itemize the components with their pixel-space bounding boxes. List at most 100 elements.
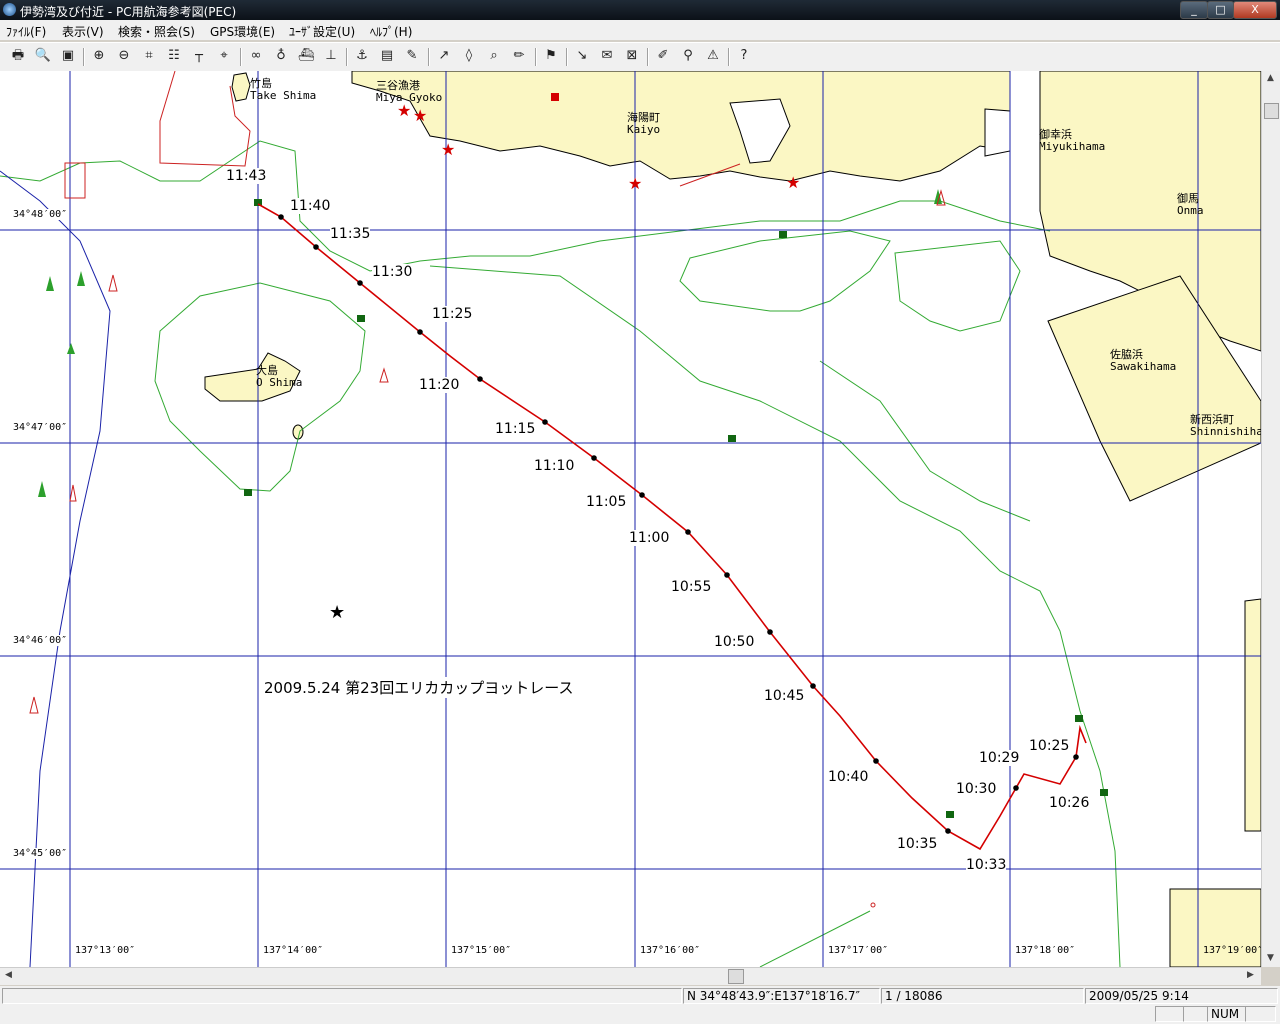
flag-icon[interactable]: ⚑ [542,47,560,65]
menu-user-settings[interactable]: ﾕｰｻﾞ設定(U) [289,23,355,40]
place-sawakihama: 佐脇浜 Sawakihama [1110,348,1177,373]
grid-icon[interactable]: ⌗ [140,47,158,65]
horizontal-scrollbar[interactable]: ◀ ▶ [0,967,1261,985]
print-icon[interactable]: 🖶 [9,47,27,65]
place-miya-gyoko: 三谷漁港 Miya Gyoko [376,79,443,104]
time-label: 10:25 [1029,738,1070,754]
toolbar: 🖶 🔍 ▣ ⊕ ⊖ ⌗ ☷ ┬ ⌖ ∞ ♁ ⛴ ⊥ ⚓ ▤ ✎ ↗ ◊ ⌕ ✏ … [0,42,1280,72]
status-blank [1183,1006,1208,1022]
place-shinnishihama: 新西浜町Shinnishiham [1190,413,1261,438]
scroll-up-icon[interactable]: ▲ [1267,73,1274,83]
minimize-button[interactable]: _ [1180,1,1208,19]
anchor-icon[interactable]: ⚓ [353,47,371,65]
zoom-in-icon[interactable]: ⊕ [90,47,108,65]
coast-east-strip [1244,598,1261,832]
yacht-track-line [257,203,1087,851]
buoy-icon[interactable]: ♁ [272,47,290,65]
help-icon[interactable]: ? [735,47,753,65]
time-label: 11:25 [432,306,473,322]
menu-help[interactable]: ﾍﾙﾌﾟ(H) [370,23,412,40]
time-label: 10:50 [714,634,755,650]
status-num: NUM [1207,1006,1246,1022]
vertical-scroll-thumb[interactable] [1264,103,1279,119]
table-icon[interactable]: ☷ [165,47,183,65]
status-bar: N 34°48′43.9″:E137°18′16.7″ 1 / 18086 20… [0,986,1280,1024]
lat-label: 34°47′00″ [13,422,68,433]
ship-icon[interactable]: ⛴ [297,47,315,65]
time-label: 10:29 [979,750,1020,766]
track-icon[interactable]: ↘ [573,47,591,65]
status-message [2,988,682,1004]
save-icon[interactable]: ▣ [59,47,77,65]
window-title: 伊勢湾及び付近 - PC用航海参考図(PEC) [20,5,237,19]
find-icon[interactable]: ⚲ [679,47,697,65]
gps-icon[interactable]: ⌖ [215,47,233,65]
pier-icon[interactable]: ⊥ [322,47,340,65]
time-label: 11:35 [330,226,371,242]
scroll-down-icon[interactable]: ▼ [1267,953,1274,963]
svg-text:★: ★ [628,174,642,193]
time-label: 11:05 [586,494,627,510]
menu-search[interactable]: 検索・照会(S) [118,23,195,40]
note-icon[interactable]: ✉ [598,47,616,65]
lat-label: 34°45′00″ [13,848,68,859]
time-label: 11:00 [629,530,670,546]
scroll-right-icon[interactable]: ▶ [1247,970,1254,980]
time-label: 10:45 [764,688,805,704]
time-label: 11:15 [495,421,536,437]
maximize-button[interactable]: □ [1207,1,1234,19]
edit-icon[interactable]: ✎ [403,47,421,65]
lon-label: 137°13′00″ [75,945,136,956]
coast-north [351,71,1011,182]
race-caption: 2009.5.24 第23回エリカカップヨットレース [264,677,574,698]
pen-icon[interactable]: ✏ [510,47,528,65]
svg-text:★: ★ [786,173,800,192]
print-preview-icon[interactable]: 🔍 [34,47,52,65]
menu-file[interactable]: ﾌｧｲﾙ(F) [6,23,46,40]
vertical-scrollbar[interactable]: ▲ ▼ [1261,71,1280,967]
ruler-icon[interactable]: ┬ [190,47,208,65]
lon-label: 137°16′00″ [640,945,701,956]
time-label: 10:33 [966,857,1007,873]
alert-icon[interactable]: ⚠ [704,47,722,65]
horizontal-scroll-thumb[interactable] [728,969,744,984]
place-kaiyo: 海陽町 Kaiyo [627,111,661,136]
lon-label: 137°15′00″ [451,945,512,956]
lon-label: 137°18′00″ [1015,945,1076,956]
svg-text:★: ★ [413,106,427,125]
search-icon[interactable]: ⌕ [485,47,503,65]
chart-icon[interactable]: ▤ [378,47,396,65]
time-label: 11:20 [419,377,460,393]
svg-text:★: ★ [441,140,455,159]
time-label: 11:30 [372,264,413,280]
route-icon[interactable]: ↗ [435,47,453,65]
compass-icon[interactable]: ⊠ [623,47,641,65]
menu-gps[interactable]: GPS環境(E) [210,23,275,40]
time-label: 11:10 [534,458,575,474]
time-label: 10:40 [828,769,869,785]
status-datetime: 2009/05/25 9:14 [1085,988,1278,1004]
status-position: N 34°48′43.9″:E137°18′16.7″ [683,988,880,1004]
marker-icon[interactable]: ✐ [654,47,672,65]
time-label: 10:35 [897,836,938,852]
scroll-left-icon[interactable]: ◀ [5,970,12,980]
chart-map[interactable]: ★ ★ ★ ★ ★ ★ 竹島 Take Shima 三谷漁港 Miya Gyok… [0,71,1261,967]
waypoint-icon[interactable]: ◊ [460,47,478,65]
close-button[interactable]: X [1233,1,1277,19]
binoculars-icon[interactable]: ∞ [247,47,265,65]
time-label: 10:55 [671,579,712,595]
menu-view[interactable]: 表示(V) [62,23,104,40]
status-scale: 1 / 18086 [881,988,1084,1004]
place-miyukihama: 御幸浜 Miyukihama [1039,128,1106,153]
svg-text:★: ★ [329,602,345,623]
status-caps [1155,1006,1184,1022]
lat-label: 34°48′00″ [13,209,68,220]
lon-label: 137°14′00″ [263,945,324,956]
zoom-out-icon[interactable]: ⊖ [115,47,133,65]
place-onma: 御馬 Onma [1177,192,1204,217]
menu-bar: ﾌｧｲﾙ(F) 表示(V) 検索・照会(S) GPS環境(E) ﾕｰｻﾞ設定(U… [0,20,1280,40]
place-take-shima: 竹島 Take Shima [250,77,317,102]
time-label: 11:40 [290,198,331,214]
time-label: 11:43 [226,168,267,184]
lon-label: 137°17′00″ [828,945,889,956]
